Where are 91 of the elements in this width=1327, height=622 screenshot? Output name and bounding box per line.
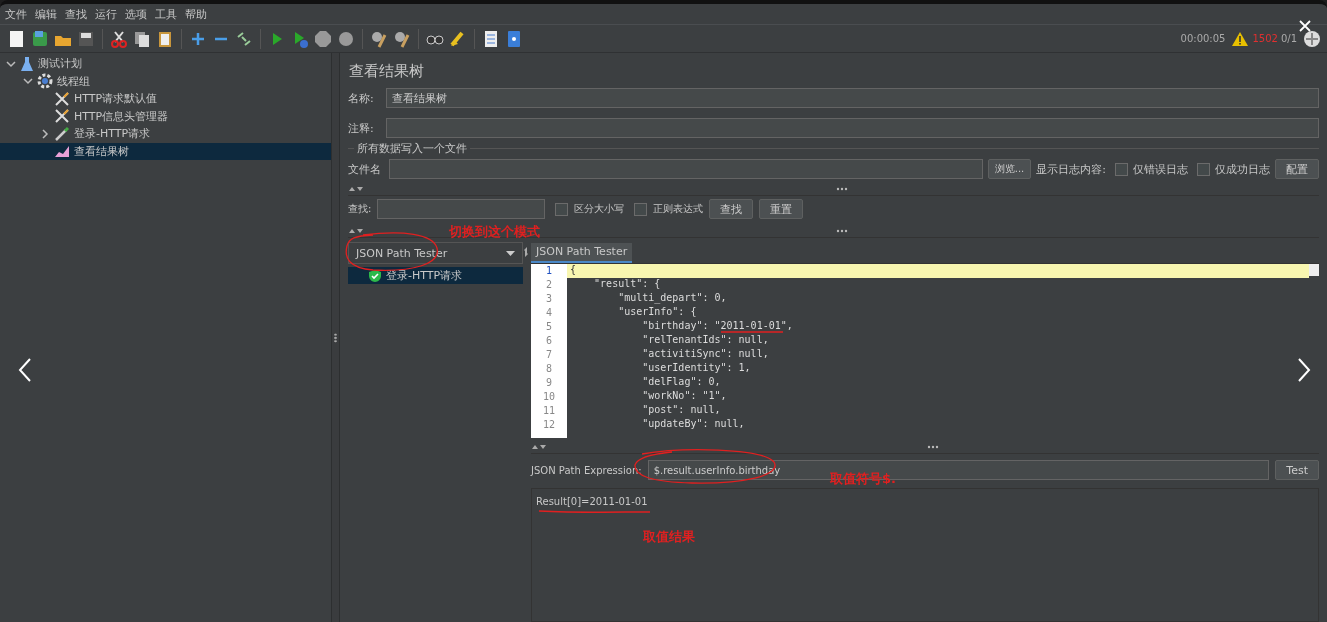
chevron-down-icon[interactable] <box>23 76 33 87</box>
line-number: 6 <box>545 334 553 348</box>
comment-field[interactable] <box>386 118 1319 138</box>
collapse-arrows-icon[interactable] <box>348 227 364 235</box>
code-line: "result": { <box>593 278 661 289</box>
error-count: 1502 <box>1252 33 1278 44</box>
line-number: 1 <box>545 264 553 278</box>
tools-icon <box>54 108 70 125</box>
field-label: 文件名 <box>348 161 382 177</box>
menu-item[interactable]: 运行 <box>93 6 123 22</box>
code-line: "activitiSync": null, <box>641 348 769 359</box>
search-field[interactable] <box>377 199 546 219</box>
search-label: 查找: <box>348 202 372 216</box>
tree-item[interactable]: 登录-HTTP请求 <box>74 126 151 142</box>
code-line: { <box>570 264 577 275</box>
chevron-right-icon[interactable] <box>40 128 50 139</box>
annotation-text: 取值结果 <box>643 528 695 546</box>
line-number: 7 <box>545 348 553 362</box>
checkbox[interactable] <box>634 202 648 216</box>
collapse-arrows-icon[interactable] <box>348 185 364 193</box>
code-line: "post": null, <box>641 404 721 415</box>
panel-title: 查看结果树 <box>349 62 425 81</box>
code-line: "relTenantIds": null, <box>641 334 769 345</box>
line-number: 2 <box>545 278 553 292</box>
remote-start-icon[interactable] <box>1303 29 1321 48</box>
code-line: "userInfo": { <box>617 306 697 317</box>
drag-handle-icon[interactable] <box>835 229 848 233</box>
drag-handle-icon[interactable] <box>835 187 848 191</box>
menu-item[interactable]: 查找 <box>63 6 93 22</box>
stop-icon[interactable] <box>313 28 333 49</box>
annotation-text: 切换到这个模式 <box>449 223 540 241</box>
browse-button[interactable]: 浏览... <box>987 159 1032 179</box>
tools-icon <box>54 90 70 107</box>
line-number: 8 <box>545 362 553 376</box>
thread-count: 0/1 <box>1280 33 1297 44</box>
tree-item[interactable]: HTTP信息头管理器 <box>74 108 169 124</box>
collapse-arrows-icon[interactable] <box>531 443 547 451</box>
line-number: 3 <box>545 292 553 306</box>
field-label: 注释: <box>348 120 375 136</box>
underline-mark <box>720 331 783 334</box>
checkbox[interactable] <box>1115 162 1128 176</box>
pipette-icon <box>54 125 70 142</box>
tree-item[interactable]: 测试计划 <box>38 56 82 72</box>
drag-handle-icon[interactable] <box>927 445 939 449</box>
warning-icon[interactable] <box>1231 30 1250 47</box>
menu-item[interactable]: 工具 <box>153 6 183 22</box>
log-label: 显示日志内容: <box>1036 161 1106 177</box>
tree-item[interactable]: 查看结果树 <box>74 143 129 159</box>
tab[interactable]: JSON Path Tester <box>531 243 633 263</box>
line-number: 9 <box>545 376 553 390</box>
chart-icon <box>54 144 70 159</box>
result-text: Result[0]=2011-01-01 <box>536 496 648 507</box>
line-number: 5 <box>545 320 553 334</box>
file-name-field[interactable] <box>389 159 983 179</box>
field-label: 名称: <box>348 90 375 106</box>
line-number: 4 <box>545 306 553 320</box>
checkbox-label: 仅错误日志 <box>1133 161 1188 177</box>
checkbox-label: 正则表达式 <box>653 202 704 216</box>
flask-icon <box>20 55 34 72</box>
reset-button[interactable]: 重置 <box>759 199 804 219</box>
code-line: "updateBy": null, <box>641 418 745 429</box>
splitter-handle-icon[interactable] <box>334 332 337 343</box>
menu-item[interactable]: 编辑 <box>33 6 63 22</box>
chevron-down-icon[interactable] <box>6 58 16 69</box>
menu-item[interactable]: 选项 <box>123 6 153 22</box>
code-line: "workNo": "1", <box>641 390 727 401</box>
code-line: "delFlag": 0, <box>641 376 721 387</box>
menu-item[interactable]: 帮助 <box>183 6 213 22</box>
line-number: 12 <box>541 418 556 432</box>
tree-item[interactable]: HTTP请求默认值 <box>74 91 158 107</box>
code-editor[interactable] <box>531 264 1319 438</box>
tree-item[interactable]: 线程组 <box>57 73 90 89</box>
elapsed-time: 00:00:05 <box>1180 33 1226 44</box>
close-icon[interactable] <box>1298 19 1312 33</box>
menu-item[interactable]: 文件 <box>3 6 33 22</box>
test-button[interactable]: Test <box>1275 460 1319 480</box>
configure-button[interactable]: 配置 <box>1275 159 1319 179</box>
checkbox-label: 仅成功日志 <box>1215 161 1270 177</box>
group-title: 所有数据写入一个文件 <box>354 141 470 156</box>
find-button[interactable]: 查找 <box>709 199 754 219</box>
checkbox[interactable] <box>1197 162 1210 176</box>
line-number: 11 <box>541 404 556 418</box>
line-number: 10 <box>541 390 556 404</box>
checkbox[interactable] <box>555 202 569 216</box>
gear-icon <box>37 73 53 90</box>
code-line: "birthday": "2011-01-01", <box>641 320 793 331</box>
dropdown-arrow-icon <box>506 250 515 256</box>
code-line: "userIdentity": 1, <box>641 362 751 373</box>
name-field[interactable]: 查看结果树 <box>386 88 1319 108</box>
code-line: "multi_depart": 0, <box>617 292 727 303</box>
checkbox-label: 区分大小写 <box>574 202 625 216</box>
